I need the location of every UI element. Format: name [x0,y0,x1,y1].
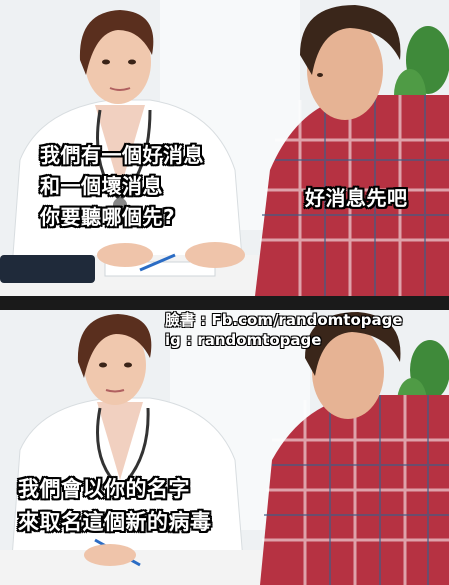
facebook-watermark: 臉書 : Fb.com/randomtopage [165,311,403,329]
doctor-speech-caption-top: 我們有一個好消息 和一個壞消息 你要聽哪個先? [40,143,204,229]
patient-speech-caption: 好消息先吧 [305,186,408,210]
instagram-watermark: ig : randomtopage [165,331,322,349]
doctor-patient-photo-bottom [0,310,449,585]
doctor-speech-caption-bottom: 我們會以你的名字 來取名這個新的病毒 [18,477,212,534]
panel-divider [0,296,449,310]
meme-panel-bottom [0,310,449,585]
